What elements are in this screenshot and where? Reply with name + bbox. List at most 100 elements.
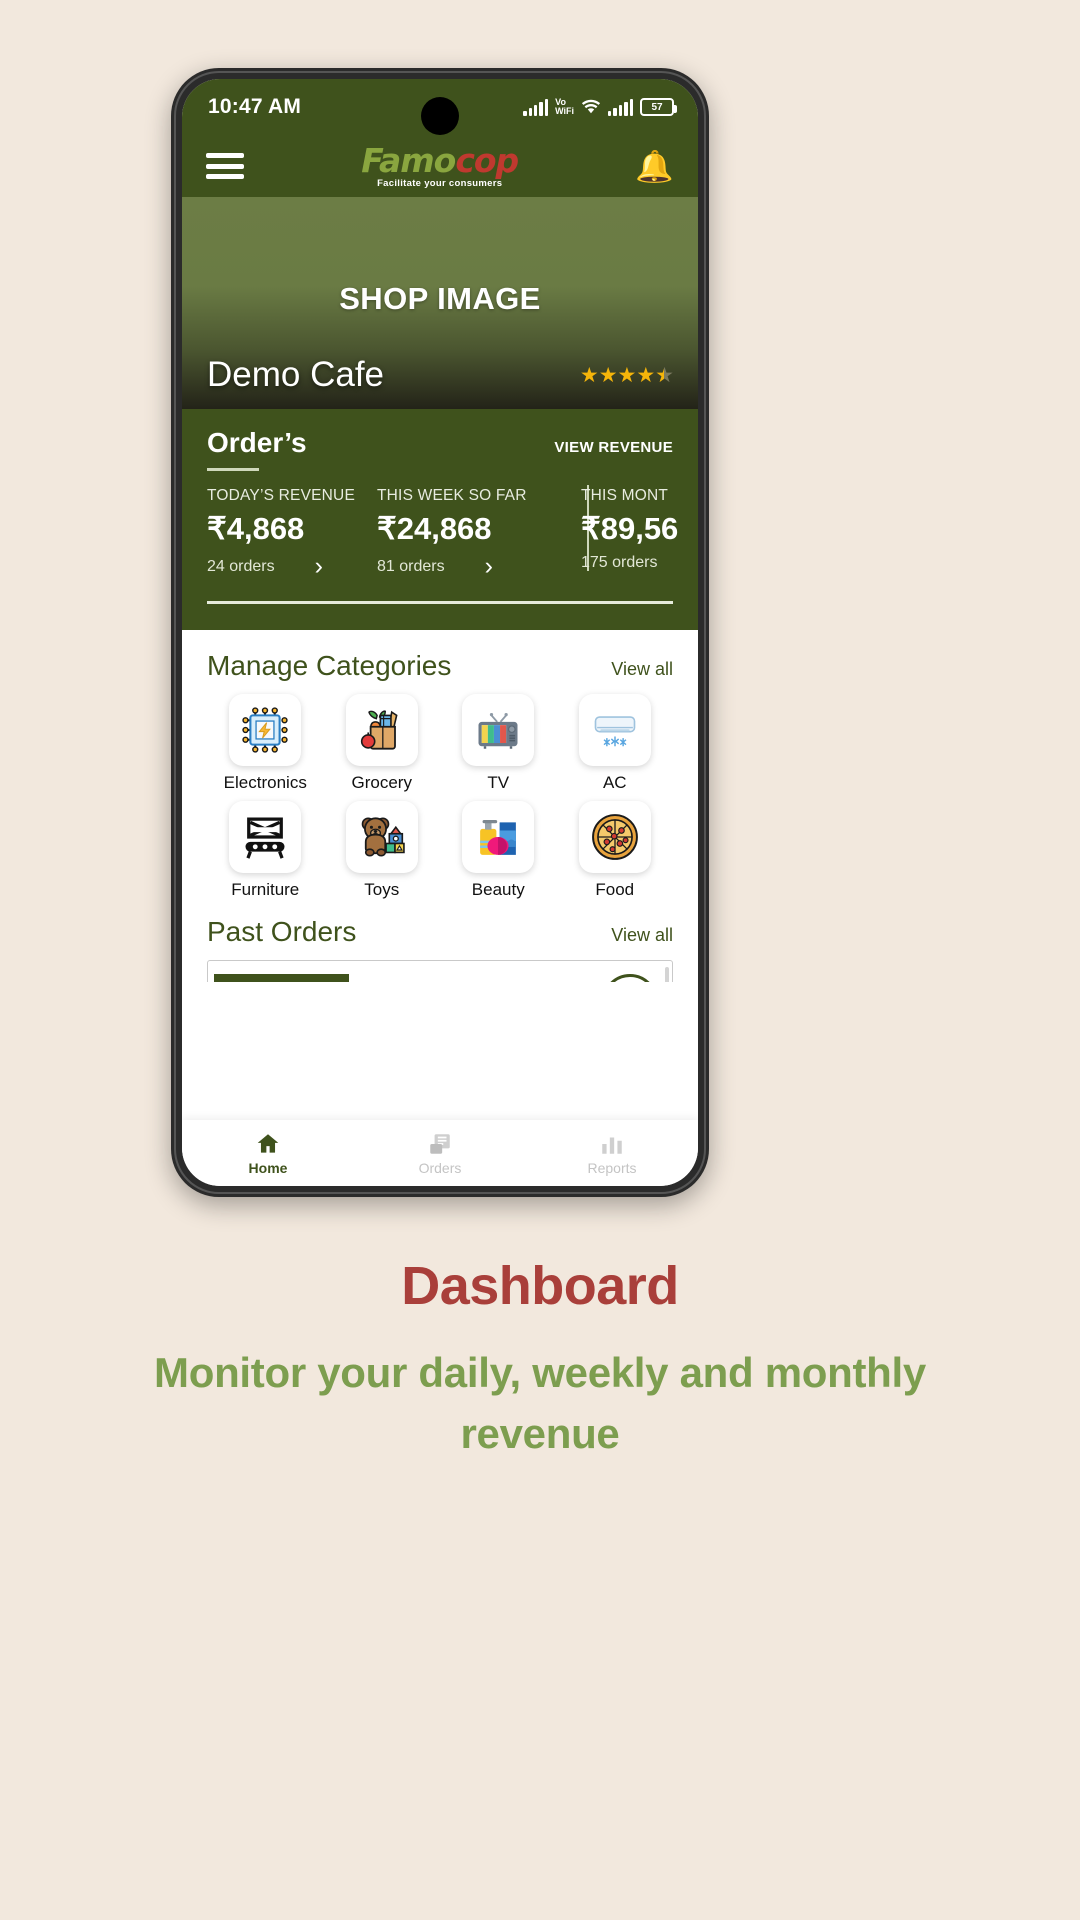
category-tile bbox=[229, 801, 302, 873]
furniture-table-icon bbox=[245, 817, 285, 859]
category-tile bbox=[578, 801, 651, 873]
shop-banner: SHOP IMAGE Demo Cafe ★ ★ ★ ★ ★ bbox=[182, 197, 698, 409]
revenue-stats-row: TODAY’S REVENUE ₹4,868 24 orders › THIS … bbox=[207, 485, 678, 579]
category-label: Grocery bbox=[351, 773, 412, 792]
orders-icon bbox=[430, 1133, 450, 1154]
nav-item-orders[interactable]: Orders bbox=[355, 1131, 525, 1176]
orders-title-underline bbox=[207, 468, 259, 471]
revenue-amount: ₹89,56 bbox=[581, 511, 679, 546]
category-item-grocery[interactable]: Grocery bbox=[324, 694, 441, 793]
phone-frame: 10:47 AM Vo WiFi 57 Famocop Facilitate y… bbox=[171, 68, 709, 1197]
card-scrollbar[interactable] bbox=[665, 967, 669, 982]
category-tile bbox=[462, 694, 535, 766]
past-orders-title: Past Orders bbox=[207, 916, 357, 947]
signal-bars-secondary-icon bbox=[608, 98, 633, 116]
category-label: Beauty bbox=[471, 880, 525, 899]
grocery-bag-icon bbox=[360, 710, 398, 750]
nav-label: Home bbox=[248, 1159, 288, 1176]
past-orders-view-all-link[interactable]: View all bbox=[611, 925, 673, 946]
categories-view-all-link[interactable]: View all bbox=[611, 659, 673, 680]
brand-name-green: Famo bbox=[361, 140, 456, 180]
television-icon bbox=[478, 712, 518, 749]
reports-icon bbox=[602, 1137, 622, 1154]
nav-label: Orders bbox=[418, 1159, 462, 1176]
revenue-label: THIS WEEK SO FAR bbox=[377, 487, 527, 504]
categories-grid: Electronics Grocery TV AC Furniture Toys… bbox=[207, 694, 673, 900]
promo-title: Dashboard bbox=[401, 1256, 679, 1316]
category-tile bbox=[462, 801, 535, 873]
category-item-electronics[interactable]: Electronics bbox=[207, 694, 324, 793]
revenue-stat-today[interactable]: TODAY’S REVENUE ₹4,868 24 orders › bbox=[207, 487, 377, 579]
revenue-order-count: 24 orders bbox=[207, 557, 275, 575]
brand-name-red: cop bbox=[455, 140, 519, 180]
revenue-label: TODAY’S REVENUE bbox=[207, 487, 355, 504]
revenue-order-count: 175 orders bbox=[581, 554, 658, 571]
revenue-label: THIS MONT bbox=[581, 487, 669, 504]
notification-bell-icon[interactable]: 🔔 bbox=[635, 151, 674, 182]
promo-subtitle: Monitor your daily, weekly and monthly r… bbox=[154, 1349, 926, 1457]
orders-revenue-panel: Order’s VIEW REVENUE TODAY’S REVENUE ₹4,… bbox=[182, 409, 698, 630]
cosmetics-icon bbox=[480, 819, 517, 855]
past-orders-header: Past Orders View all bbox=[207, 916, 673, 948]
revenue-amount: ₹24,868 bbox=[377, 511, 492, 546]
cpu-chip-icon bbox=[242, 707, 288, 753]
volte-wifi-icon: Vo WiFi bbox=[555, 98, 574, 116]
bottom-navigation: Home Orders Reports bbox=[182, 1120, 698, 1186]
orders-bottom-divider bbox=[207, 601, 673, 604]
hamburger-menu-icon[interactable] bbox=[206, 153, 244, 179]
category-label: TV bbox=[487, 773, 510, 792]
category-tile bbox=[345, 801, 418, 873]
star-icon-1: ★ bbox=[579, 363, 599, 387]
category-item-food[interactable]: Food bbox=[557, 801, 674, 900]
orders-header: Order’s VIEW REVENUE bbox=[207, 427, 673, 459]
chevron-right-icon[interactable]: › bbox=[485, 554, 493, 579]
star-icon-5-half: ★ bbox=[655, 363, 674, 387]
category-label: Electronics bbox=[223, 773, 307, 792]
category-item-furniture[interactable]: Furniture bbox=[207, 801, 324, 900]
past-order-card[interactable]: COMPLETED Driver Reached In 35 MINS #121… bbox=[207, 960, 673, 982]
category-label: Toys bbox=[364, 880, 400, 899]
category-item-tv[interactable]: TV bbox=[440, 694, 557, 793]
brand-wordmark: Famocop bbox=[361, 140, 519, 180]
camera-punch-hole bbox=[421, 97, 459, 135]
shop-name: Demo Cafe bbox=[207, 355, 385, 394]
category-label: Food bbox=[595, 880, 635, 899]
category-label: Furniture bbox=[231, 880, 300, 899]
eta-badge: 35 MINS bbox=[602, 974, 658, 982]
revenue-amount: ₹4,868 bbox=[207, 511, 305, 546]
volte-label-bottom: WiFi bbox=[555, 106, 575, 116]
wifi-icon bbox=[581, 99, 601, 114]
category-item-beauty[interactable]: Beauty bbox=[440, 801, 557, 900]
star-icon-2: ★ bbox=[598, 363, 618, 387]
app-header: Famocop Facilitate your consumers 🔔 bbox=[182, 135, 698, 197]
view-revenue-button[interactable]: VIEW REVENUE bbox=[554, 439, 673, 456]
star-icon-4: ★ bbox=[636, 363, 655, 387]
main-content: Manage Categories View all Electronics G… bbox=[182, 630, 698, 982]
category-tile bbox=[578, 694, 651, 766]
revenue-order-count: 81 orders bbox=[377, 557, 445, 575]
shop-info-row: Demo Cafe ★ ★ ★ ★ ★ bbox=[182, 355, 698, 395]
air-conditioner-icon bbox=[594, 716, 636, 747]
nav-item-reports[interactable]: Reports bbox=[527, 1131, 697, 1176]
category-label: AC bbox=[602, 773, 627, 792]
revenue-stat-month[interactable]: THIS MONT ₹89,56 175 orders bbox=[557, 487, 696, 579]
category-item-ac[interactable]: AC bbox=[557, 694, 674, 793]
nav-item-home[interactable]: Home bbox=[183, 1131, 353, 1176]
categories-header: Manage Categories View all bbox=[207, 650, 673, 682]
phone-screen: 10:47 AM Vo WiFi 57 Famocop Facilitate y… bbox=[182, 79, 698, 1186]
shop-image-placeholder: SHOP IMAGE bbox=[339, 281, 541, 316]
home-icon bbox=[257, 1133, 279, 1153]
teddy-bear-icon bbox=[361, 817, 405, 857]
shop-rating-stars: ★ ★ ★ ★ ★ bbox=[579, 363, 674, 388]
battery-icon: 57 bbox=[640, 98, 677, 116]
star-icon-3: ★ bbox=[617, 363, 637, 387]
revenue-stat-week[interactable]: THIS WEEK SO FAR ₹24,868 81 orders › bbox=[377, 487, 557, 579]
brand-logo: Famocop Facilitate your consumers bbox=[361, 140, 519, 189]
orders-title: Order’s bbox=[207, 427, 307, 458]
categories-title: Manage Categories bbox=[207, 650, 452, 681]
category-tile bbox=[229, 694, 302, 766]
chevron-right-icon[interactable]: › bbox=[315, 554, 323, 579]
status-indicators: Vo WiFi 57 bbox=[523, 98, 677, 116]
category-item-toys[interactable]: Toys bbox=[324, 801, 441, 900]
nav-label: Reports bbox=[587, 1159, 637, 1176]
